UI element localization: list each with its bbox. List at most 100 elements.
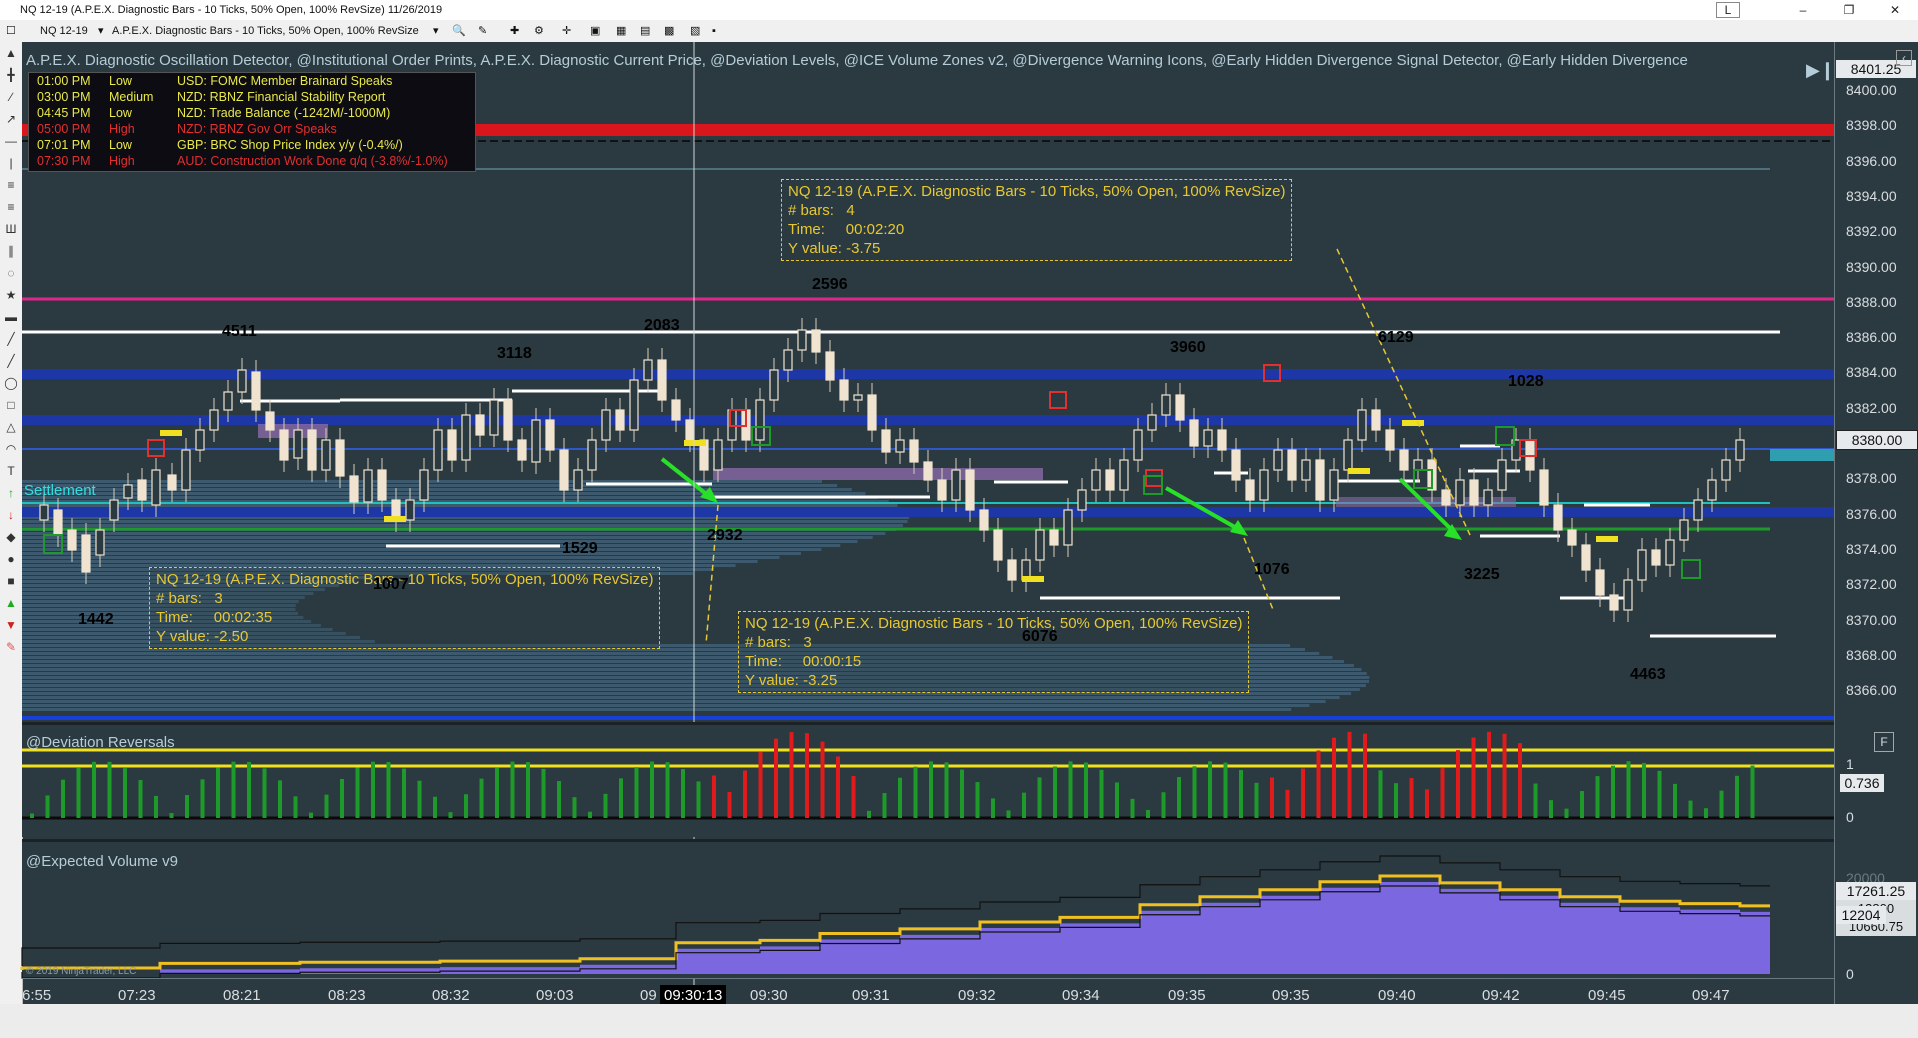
candle-body	[195, 429, 205, 451]
deviation-bar	[247, 761, 251, 818]
pane-separator[interactable]	[22, 722, 1834, 725]
candle-body	[587, 439, 597, 471]
event-text: AUD: Construction Work Done q/q (-3.8%/-…	[177, 154, 448, 168]
deviation-bar	[231, 761, 236, 818]
deviation-bar	[1223, 762, 1228, 818]
candle-body	[1161, 394, 1171, 416]
event-row: 05:00 PM High NZD: RBNZ Gov Orr Speaks	[29, 121, 475, 137]
deviation-bar	[1440, 768, 1445, 818]
deviation-bar	[1378, 770, 1383, 818]
deviation-bar	[975, 782, 980, 818]
candle-body	[1707, 479, 1717, 501]
candle-body	[1371, 409, 1381, 431]
candle-body	[1189, 419, 1199, 447]
event-row: 04:45 PM Low NZD: Trade Balance (-1242M/-1…	[29, 105, 475, 121]
scroll-right-icon[interactable]: ▶❙	[1806, 60, 1835, 81]
tooltip-bars: # bars: 4	[788, 202, 855, 219]
volume-profile-bar	[22, 524, 903, 527]
event-impact: High	[109, 154, 135, 168]
volume-axis-label: 0	[1846, 966, 1854, 982]
deviation-value-tag: 0.736	[1840, 774, 1884, 792]
deviation-bar	[433, 796, 437, 818]
deviation-bar	[1239, 770, 1243, 818]
volume-print-label: 2083	[644, 317, 680, 334]
bar-info-tooltip: NQ 12-19 (A.P.E.X. Diagnostic Bars - 10 …	[738, 611, 1250, 693]
candle-body	[53, 509, 63, 536]
price-axis-label: 8400.00	[1846, 82, 1897, 98]
red-box-marker	[1145, 469, 1163, 487]
green-box-marker	[1495, 426, 1515, 446]
pane-separator[interactable]	[22, 839, 1834, 842]
candle-body	[223, 391, 233, 411]
deviation-bar	[402, 768, 406, 818]
candle-body	[1287, 449, 1297, 481]
pane-options-button[interactable]: F	[1874, 732, 1894, 752]
deviation-bar	[1580, 791, 1584, 818]
time-axis[interactable]	[22, 978, 1834, 1005]
volume-print-label: 6076	[1022, 628, 1058, 645]
blue-zone-mid	[22, 415, 1834, 425]
candle-body	[1105, 469, 1115, 491]
event-text: NZD: RBNZ Financial Stability Report	[177, 90, 386, 104]
deviation-bar	[603, 793, 608, 818]
volume-print-label: 1028	[1508, 373, 1544, 390]
candle-body	[825, 351, 835, 381]
event-time: 05:00 PM	[37, 122, 91, 136]
deviation-bar	[820, 741, 825, 818]
volume-profile-bar	[22, 700, 1326, 703]
deviation-bar	[1285, 789, 1290, 818]
deviation-bar	[138, 780, 143, 818]
deviation-bar	[1456, 750, 1460, 818]
candle-body	[629, 379, 639, 431]
candle-body	[405, 499, 415, 521]
event-text: NZD: Trade Balance (-1242M/-1000M)	[177, 106, 391, 120]
time-axis-label: 09:42	[1482, 987, 1520, 1004]
settlement-label: Settlement	[24, 482, 96, 499]
deviation-bar	[1177, 777, 1181, 818]
deviation-bar	[1502, 733, 1507, 818]
volume-profile-bar	[22, 492, 866, 495]
deviation-bar	[588, 811, 592, 818]
candle-body	[1273, 449, 1283, 471]
event-time: 01:00 PM	[37, 74, 91, 88]
candle-body	[1357, 409, 1367, 441]
deviation-bar	[386, 762, 391, 818]
deviation-bar	[1208, 761, 1212, 818]
candle-body	[755, 399, 765, 441]
deviation-bar	[1301, 768, 1305, 818]
deviation-bar	[1332, 737, 1336, 818]
yellow-marker	[1022, 576, 1044, 582]
volume-print-label: 3225	[1464, 566, 1500, 583]
deviation-bar	[262, 768, 267, 818]
deviation-bar	[867, 810, 871, 818]
deviation-bar	[681, 769, 685, 818]
volume-current-tag: 12204	[1836, 906, 1886, 924]
candle-body	[1679, 519, 1689, 541]
deviation-bar	[650, 761, 654, 818]
candle-body	[1301, 459, 1311, 481]
deviation-bar	[1192, 766, 1197, 818]
deviation-bar	[61, 779, 65, 818]
candle-body	[643, 359, 653, 381]
time-axis-label: 09	[640, 987, 657, 1004]
candle-body	[839, 379, 849, 401]
tooltip-title: NQ 12-19 (A.P.E.X. Diagnostic Bars - 10 …	[788, 183, 1286, 200]
time-axis-label: 09:35	[1168, 987, 1206, 1004]
candle-body	[811, 329, 821, 353]
deviation-bar	[712, 775, 716, 818]
tooltip-time: Time: 00:02:35	[156, 609, 273, 626]
candle-body	[1581, 544, 1591, 571]
collapse-icon[interactable]: ‹	[1896, 50, 1912, 66]
candle-body	[1343, 439, 1353, 471]
candle-body	[363, 469, 373, 503]
candle-body	[307, 429, 317, 471]
candle-body	[1119, 459, 1129, 491]
deviation-bar	[634, 767, 639, 818]
candle-body	[1147, 414, 1157, 431]
deviation-bar	[107, 761, 112, 818]
status-bar	[0, 1004, 1918, 1038]
yellow-marker	[1402, 420, 1424, 426]
deviation-axis-label: 1	[1846, 756, 1854, 772]
volume-print-label: 3118	[497, 345, 532, 362]
candle-body	[1245, 479, 1255, 501]
